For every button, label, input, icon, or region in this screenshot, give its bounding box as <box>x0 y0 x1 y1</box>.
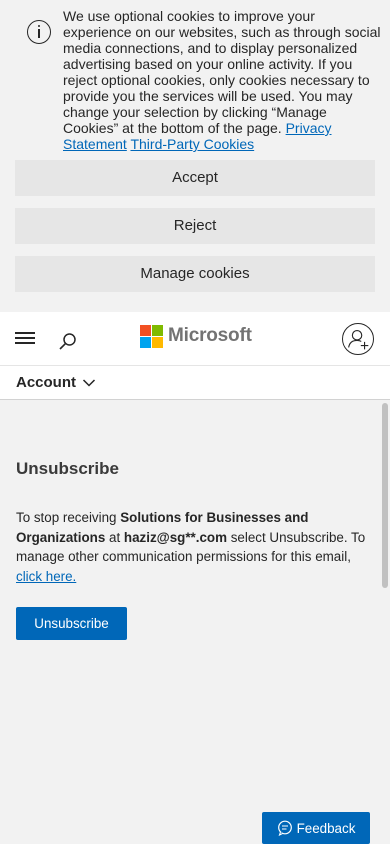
cookie-message: We use optional cookies to improve your … <box>63 8 381 136</box>
text-prefix: To stop receiving <box>16 510 121 525</box>
unsubscribe-button[interactable]: Unsubscribe <box>16 607 127 640</box>
search-icon[interactable] <box>56 330 80 354</box>
cookie-banner: We use optional cookies to improve your … <box>0 0 390 312</box>
feedback-label: Feedback <box>296 820 356 836</box>
reject-button[interactable]: Reject <box>15 208 375 244</box>
account-menu[interactable]: Account <box>0 366 390 400</box>
accept-button[interactable]: Accept <box>15 160 375 196</box>
feedback-icon <box>277 820 292 836</box>
manage-permissions-link[interactable]: click here. <box>16 569 76 584</box>
text-at: at <box>105 529 124 545</box>
info-icon <box>27 20 51 44</box>
account-label: Account <box>16 374 76 391</box>
hamburger-icon[interactable] <box>15 331 35 345</box>
brand-name: Microsoft <box>168 325 252 346</box>
feedback-button[interactable]: Feedback <box>262 812 370 844</box>
microsoft-logo-icon <box>140 324 163 348</box>
unsubscribe-description: To stop receiving Solutions for Business… <box>16 508 372 586</box>
add-user-icon[interactable] <box>342 323 374 355</box>
scrollbar[interactable] <box>382 403 388 588</box>
cookie-text: We use optional cookies to improve your … <box>63 8 381 152</box>
site-header: Microsoft <box>0 312 390 366</box>
chevron-down-icon <box>82 379 96 387</box>
page-title: Unsubscribe <box>16 459 119 478</box>
email-address: haziz@sg**.com <box>123 529 228 545</box>
microsoft-logo[interactable]: Microsoft <box>140 324 252 348</box>
third-party-cookies-link[interactable]: Third-Party Cookies <box>130 136 254 152</box>
manage-cookies-button[interactable]: Manage cookies <box>15 256 375 292</box>
